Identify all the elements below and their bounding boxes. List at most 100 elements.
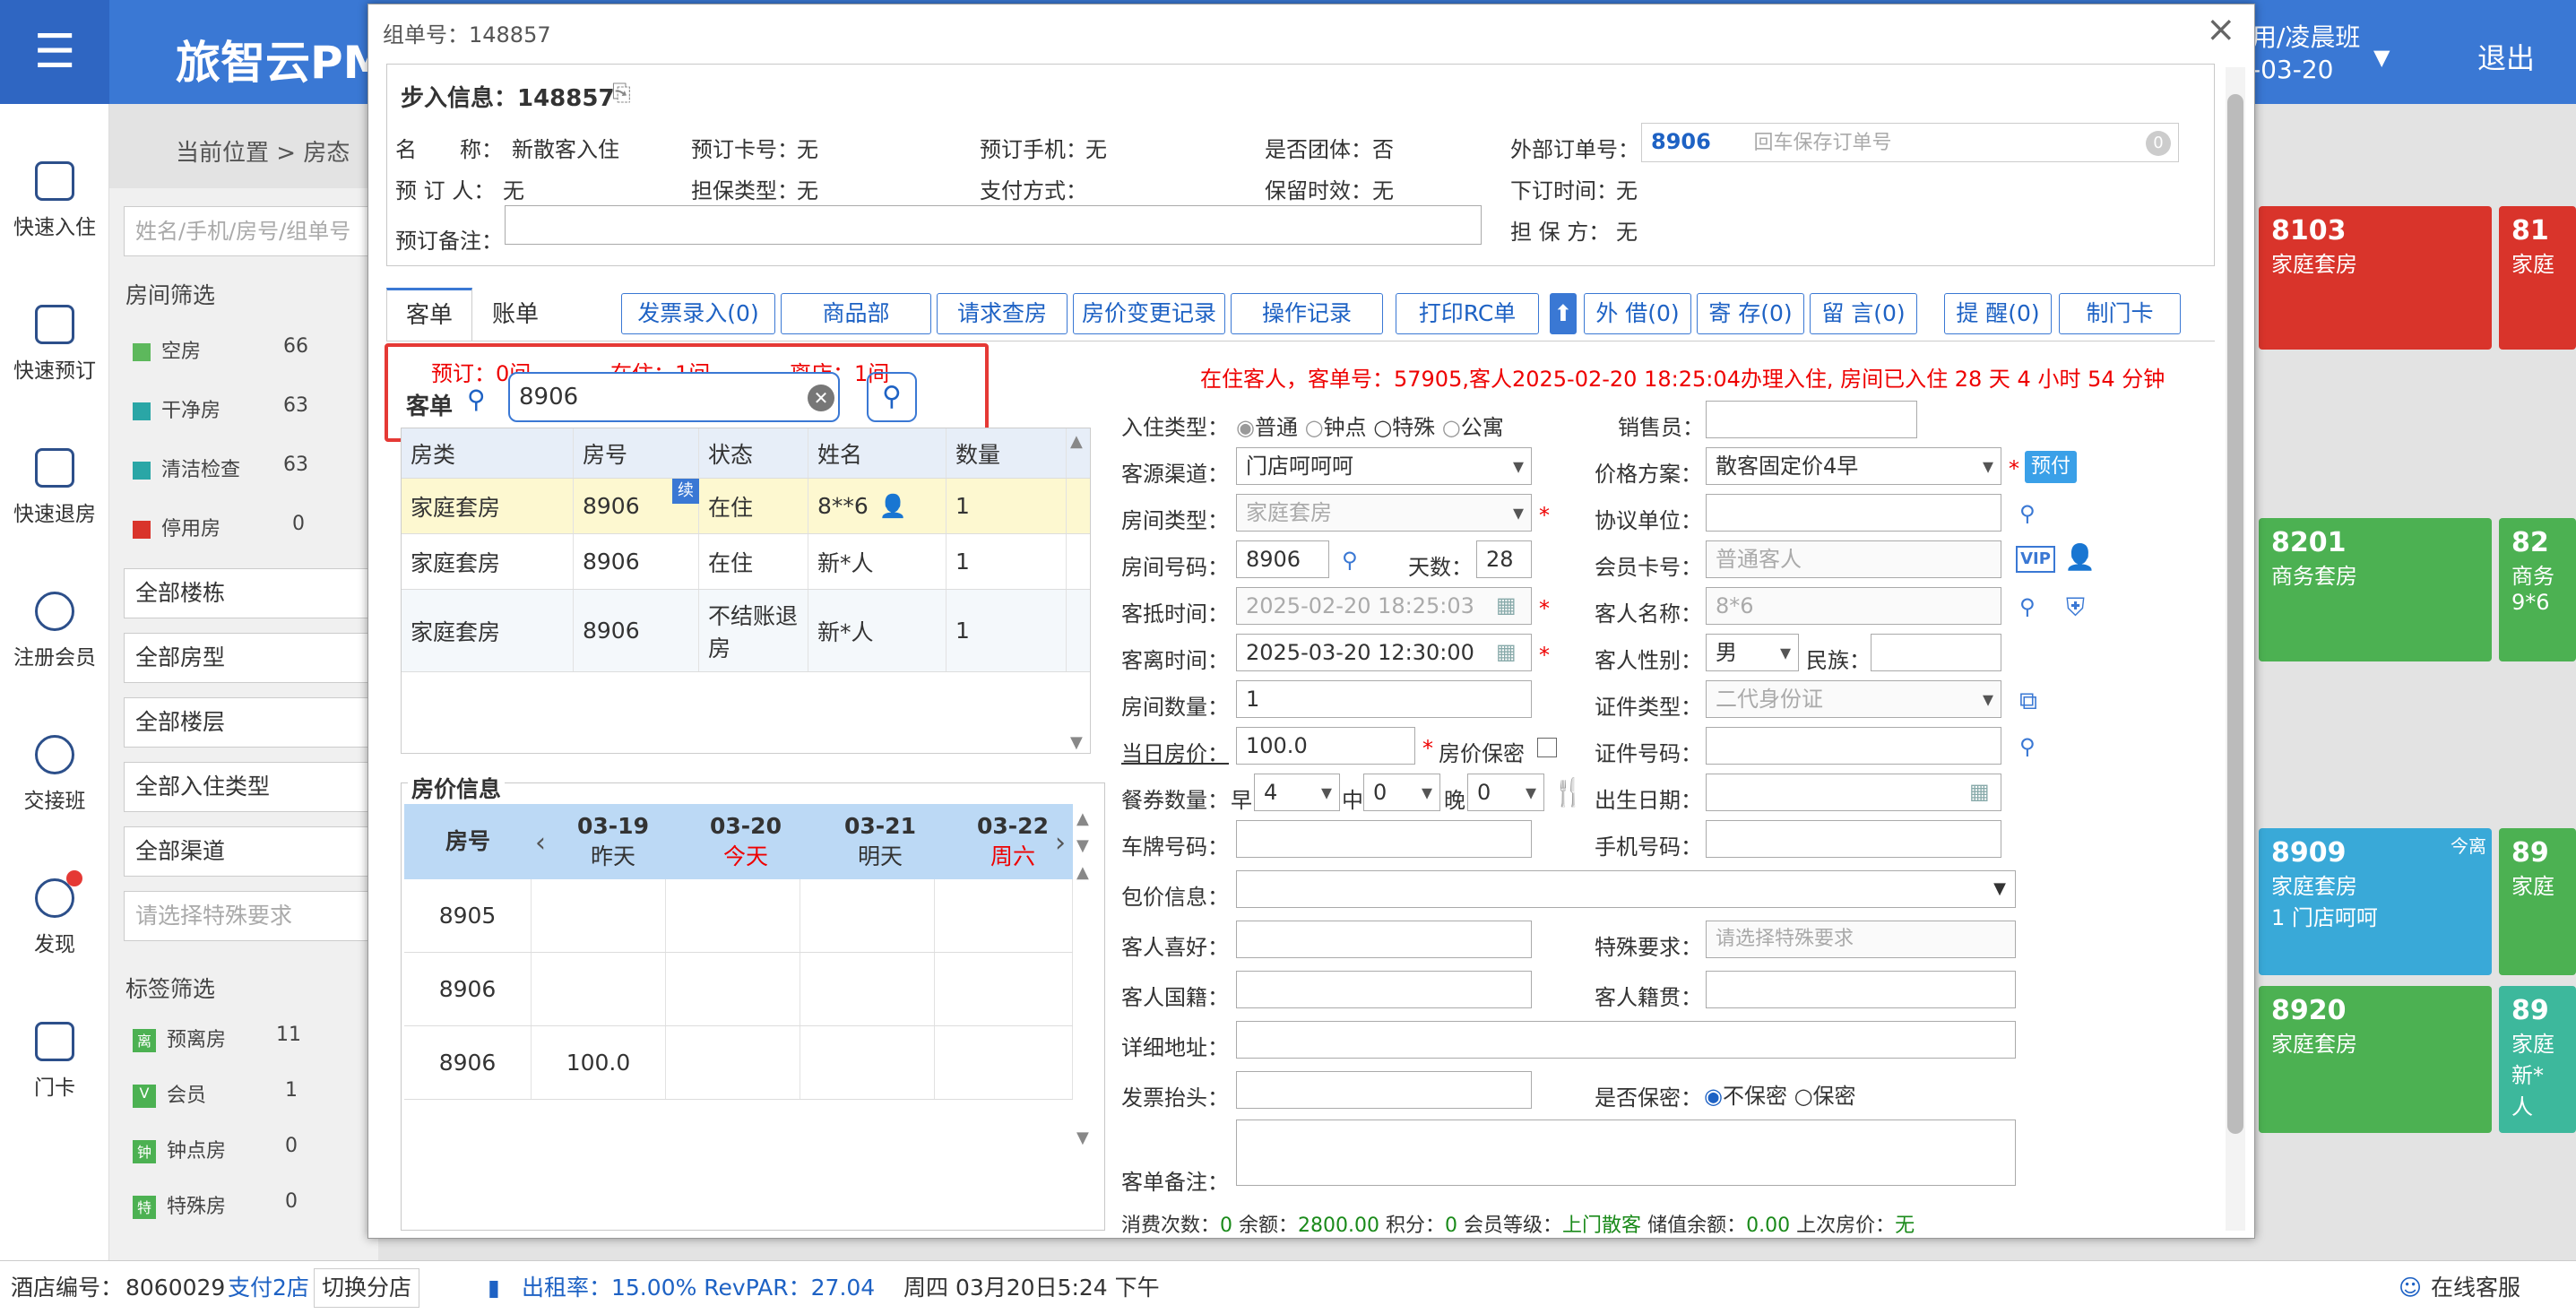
preference-input[interactable]: [1236, 921, 1532, 958]
price-label[interactable]: 当日房价：: [1121, 736, 1229, 767]
tab-guest-order[interactable]: 客单: [386, 288, 472, 341]
floor-select[interactable]: 全部楼层: [124, 697, 379, 748]
search-input[interactable]: 姓名/手机/房号/组单号: [124, 206, 379, 256]
guest-name-input[interactable]: 8*6: [1706, 587, 2001, 625]
id-type-select[interactable]: 二代身份证: [1706, 680, 2001, 718]
special-request-input[interactable]: 请选择特殊要求: [1706, 921, 2016, 958]
room-card[interactable]: 8909 家庭套房 1 门店呵呵 今离: [2259, 828, 2492, 975]
roomtype-select[interactable]: 全部房型: [124, 633, 379, 683]
price-secret-checkbox[interactable]: [1537, 738, 1557, 757]
logout-button[interactable]: 退出: [2477, 36, 2535, 77]
tag-member[interactable]: V 会员 1: [133, 1079, 298, 1108]
lunch-select[interactable]: 0: [1363, 774, 1440, 811]
switch-branch-button[interactable]: 切换分店: [314, 1268, 420, 1308]
nav-shift[interactable]: 交接班: [0, 735, 109, 814]
radio-icon[interactable]: ○: [1373, 415, 1392, 440]
lend-button[interactable]: 外 借(0): [1584, 293, 1691, 334]
tab-bill[interactable]: 账单: [472, 288, 558, 341]
search-icon[interactable]: ⚲: [2019, 501, 2036, 526]
shield-icon[interactable]: ⛨: [2066, 592, 2085, 623]
filter-disabled[interactable]: 停用房 0: [133, 513, 305, 541]
channel-select[interactable]: 全部渠道: [124, 826, 379, 877]
nav-quick-booking[interactable]: 快速预订: [0, 305, 109, 384]
id-no-input[interactable]: [1706, 727, 2001, 765]
make-card-button[interactable]: 制门卡: [2059, 293, 2181, 334]
add-user-icon[interactable]: 👤: [2064, 542, 2096, 572]
search-button[interactable]: ⚲: [867, 372, 917, 422]
table-row[interactable]: 8905: [404, 879, 1073, 953]
guest-remark-textarea[interactable]: [1236, 1119, 2016, 1186]
room-price-input[interactable]: 100.0: [1236, 727, 1415, 765]
filter-empty[interactable]: 空房 66: [133, 335, 308, 364]
prepay-badge[interactable]: 预付: [2025, 451, 2077, 483]
radio-icon[interactable]: ○: [1305, 415, 1324, 440]
plate-input[interactable]: [1236, 820, 1532, 858]
search-icon[interactable]: ⚲: [2019, 734, 2036, 759]
search-icon[interactable]: ⚲: [467, 385, 486, 414]
breakfast-select[interactable]: 4: [1254, 774, 1340, 811]
filter-clean[interactable]: 干净房 63: [133, 394, 308, 423]
room-card[interactable]: 8201 商务套房: [2259, 518, 2492, 661]
table-row[interactable]: 家庭套房 8906 续 在住 8**6 👤 1: [402, 479, 1090, 534]
room-card[interactable]: 82 商务 9*6: [2499, 518, 2576, 661]
reminder-button[interactable]: 提 醒(0): [1944, 293, 2052, 334]
message-button[interactable]: 留 言(0): [1810, 293, 1917, 334]
goods-button[interactable]: 商品部: [781, 293, 931, 334]
dinner-select[interactable]: 0: [1467, 774, 1544, 811]
prev-date-icon[interactable]: ‹: [535, 827, 546, 859]
ethnic-input[interactable]: [1871, 634, 2001, 671]
invoice-entry-button[interactable]: 发票录入(0): [621, 293, 775, 334]
filter-inspect[interactable]: 清洁检查 63: [133, 454, 308, 482]
checkin-type-select[interactable]: 全部入住类型: [124, 762, 379, 812]
scrollbar-thumb[interactable]: [2227, 94, 2243, 1134]
arrive-time-input[interactable]: 2025-02-20 18:25:03: [1236, 587, 1532, 625]
price-plan-select[interactable]: 散客固定价4早: [1706, 447, 2001, 485]
room-no-input[interactable]: 8906: [1236, 540, 1329, 578]
radio-icon[interactable]: ◉: [1704, 1084, 1723, 1109]
scroll-down-icon[interactable]: ▼: [1070, 733, 1083, 752]
calendar-icon[interactable]: ▦: [1969, 779, 1990, 804]
nationality-input[interactable]: [1236, 971, 1532, 1008]
guest-order-search-input[interactable]: 8906: [508, 372, 840, 422]
mobile-input[interactable]: [1706, 820, 2001, 858]
close-icon[interactable]: ×: [2206, 12, 2236, 48]
price-scroll-icons[interactable]: ▲ ▼ ▲: [1076, 806, 1089, 886]
secret-radios[interactable]: ◉不保密 ○保密: [1704, 1078, 1856, 1110]
nav-quick-checkin[interactable]: 快速入住: [0, 161, 109, 240]
table-row[interactable]: 家庭套房 8906 在住 新*人 1: [402, 534, 1090, 590]
print-rc-button[interactable]: 打印RC单: [1396, 293, 1539, 334]
radio-icon[interactable]: ◉: [1236, 415, 1255, 440]
member-card-input[interactable]: 普通客人: [1706, 540, 2001, 578]
search-icon[interactable]: ⚲: [1342, 548, 1358, 573]
operation-log-button[interactable]: 操作记录: [1231, 293, 1383, 334]
room-qty-input[interactable]: 1: [1236, 680, 1532, 718]
nav-quick-checkout[interactable]: 快速退房: [0, 448, 109, 527]
room-card[interactable]: 81 家庭: [2499, 206, 2576, 350]
radio-icon[interactable]: ○: [1794, 1084, 1813, 1109]
booking-remark-textarea[interactable]: [505, 205, 1482, 245]
room-card[interactable]: 8920 家庭套房: [2259, 986, 2492, 1133]
birth-date-input[interactable]: [1706, 774, 2001, 811]
table-row[interactable]: 8906 100.0: [404, 1026, 1073, 1100]
invoice-title-input[interactable]: [1236, 1071, 1532, 1109]
price-change-log-button[interactable]: 房价变更记录: [1073, 293, 1225, 334]
branch-name[interactable]: 支付2店: [228, 1261, 309, 1314]
address-input[interactable]: [1236, 1021, 2016, 1059]
online-service-link[interactable]: 在线客服: [2431, 1261, 2520, 1314]
nav-door-card[interactable]: 门卡: [0, 1022, 109, 1101]
nav-discover[interactable]: 发现: [0, 870, 109, 957]
table-row[interactable]: 8906: [404, 953, 1073, 1026]
user-info[interactable]: 用/凌晨班 -03-20: [2252, 22, 2360, 86]
request-inspection-button[interactable]: 请求查房: [937, 293, 1068, 334]
source-select[interactable]: 门店呵呵呵: [1236, 447, 1532, 485]
native-place-input[interactable]: [1706, 971, 2016, 1008]
nav-register-member[interactable]: 注册会员: [0, 592, 109, 670]
tag-special[interactable]: 特特殊房 0: [133, 1190, 298, 1219]
package-select[interactable]: ▼: [1236, 870, 2016, 908]
search-icon[interactable]: ⚲: [2019, 594, 2036, 619]
days-input[interactable]: 28: [1476, 540, 1532, 578]
vip-badge[interactable]: VIP: [2016, 546, 2055, 573]
sales-input[interactable]: [1706, 401, 1917, 438]
table-row[interactable]: 家庭套房 8906 不结账退房 新*人 1: [402, 590, 1090, 672]
special-request-select[interactable]: 请选择特殊要求: [124, 891, 379, 941]
